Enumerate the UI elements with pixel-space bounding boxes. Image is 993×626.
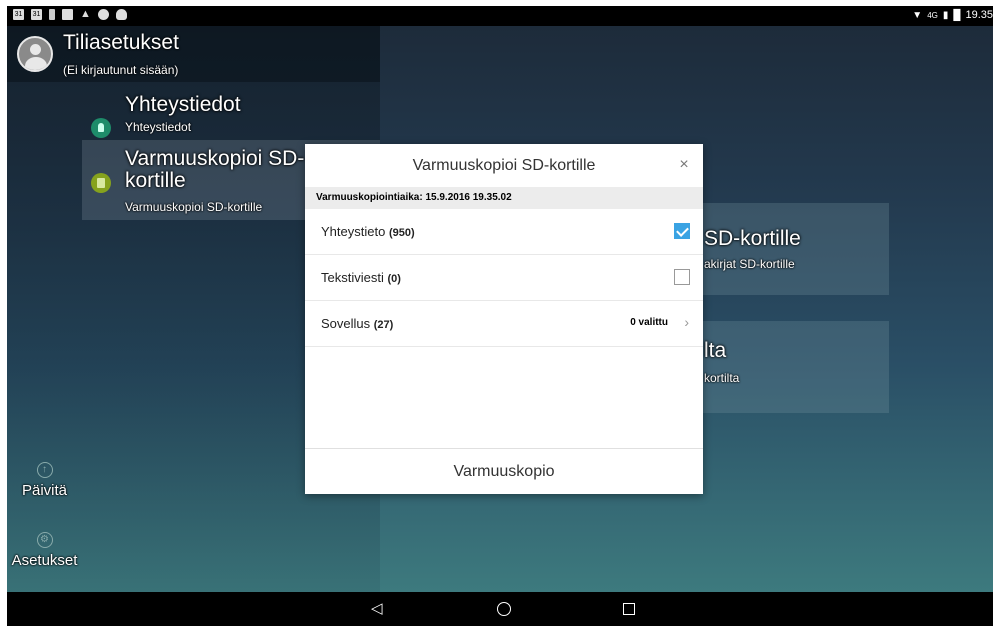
backup-time: Varmuuskopiointiaika: 15.9.2016 19.35.02 <box>305 187 703 209</box>
backup-card[interactable]: SD-kortille akirjat SD-kortille <box>687 203 889 295</box>
arrow-up-icon: ↑ <box>36 462 53 478</box>
warning-icon: ▲ <box>80 8 91 20</box>
cloud-icon <box>116 9 127 20</box>
settings-button[interactable]: ⚙ Asetukset <box>7 532 82 569</box>
sd-card-icon <box>91 173 111 193</box>
status-icons: 31 31 ▲ <box>13 9 127 20</box>
image-icon <box>62 9 73 20</box>
contacts-checkbox[interactable] <box>674 223 690 239</box>
calendar-icon: 31 <box>31 9 42 20</box>
network-type: 4G <box>927 10 938 20</box>
list-item-contacts[interactable]: Yhteystieto (950) <box>305 209 703 255</box>
app-area: Tiliasetukset (Ei kirjautunut sisään) Yh… <box>7 26 993 592</box>
list-item-apps[interactable]: Sovellus (27) 0 valittu › <box>305 301 703 347</box>
restore-card[interactable]: lta kortilta <box>687 321 889 413</box>
globe-icon <box>98 9 109 20</box>
backup-dialog: Varmuuskopioi SD-kortille × Varmuuskopio… <box>305 144 703 494</box>
account-header[interactable]: Tiliasetukset (Ei kirjautunut sisään) <box>7 26 380 82</box>
selected-count: 0 valittu <box>630 317 668 328</box>
refresh-button[interactable]: ↑ Päivitä <box>7 462 82 499</box>
row-label: Tekstiviesti (0) <box>321 270 401 285</box>
avatar[interactable] <box>17 36 53 72</box>
battery-icon: █ <box>953 9 961 21</box>
account-title: Tiliasetukset <box>63 31 179 54</box>
card-subtitle: akirjat SD-kortille <box>704 257 795 271</box>
close-icon[interactable]: × <box>675 156 693 174</box>
signal-icon: ▮ <box>942 9 949 21</box>
device-screen: 31 31 ▲ ▼ 4G ▮ █ 19.35 Tiliasetukset (Ei… <box>7 6 993 626</box>
card-title: lta <box>704 339 727 362</box>
backup-button[interactable]: Varmuuskopio <box>305 448 703 494</box>
row-label: Sovellus (27) <box>321 316 394 331</box>
refresh-label: Päivitä <box>21 482 68 499</box>
chevron-right-icon: › <box>684 314 689 330</box>
sidebar-item-title: Yhteystiedot <box>125 93 241 116</box>
status-bar: 31 31 ▲ ▼ 4G ▮ █ 19.35 <box>7 6 993 26</box>
navigation-bar: ◁ <box>7 592 993 626</box>
wifi-icon: ▼ <box>912 9 923 21</box>
sidebar-item-subtitle: Varmuuskopioi SD-kortille <box>125 200 263 214</box>
row-label: Yhteystieto (950) <box>321 224 415 239</box>
gear-icon: ⚙ <box>36 532 53 548</box>
messages-checkbox[interactable] <box>674 269 690 285</box>
status-right: ▼ 4G ▮ █ 19.35 <box>912 9 993 21</box>
account-subtitle: (Ei kirjautunut sisään) <box>63 63 179 77</box>
calendar-icon: 31 <box>13 9 24 20</box>
home-icon[interactable] <box>497 602 511 616</box>
clock: 19.35 <box>965 9 993 21</box>
dialog-title: Varmuuskopioi SD-kortille <box>412 157 596 174</box>
contacts-icon <box>91 118 111 138</box>
settings-label: Asetukset <box>11 552 78 569</box>
card-title: SD-kortille <box>704 227 801 250</box>
sidebar-item-subtitle: Yhteystiedot <box>125 120 192 134</box>
recent-apps-icon[interactable] <box>623 603 635 615</box>
back-icon[interactable]: ◁ <box>371 600 383 618</box>
notification-icon <box>49 9 55 20</box>
list-item-messages[interactable]: Tekstiviesti (0) <box>305 255 703 301</box>
card-subtitle: kortilta <box>704 371 740 385</box>
